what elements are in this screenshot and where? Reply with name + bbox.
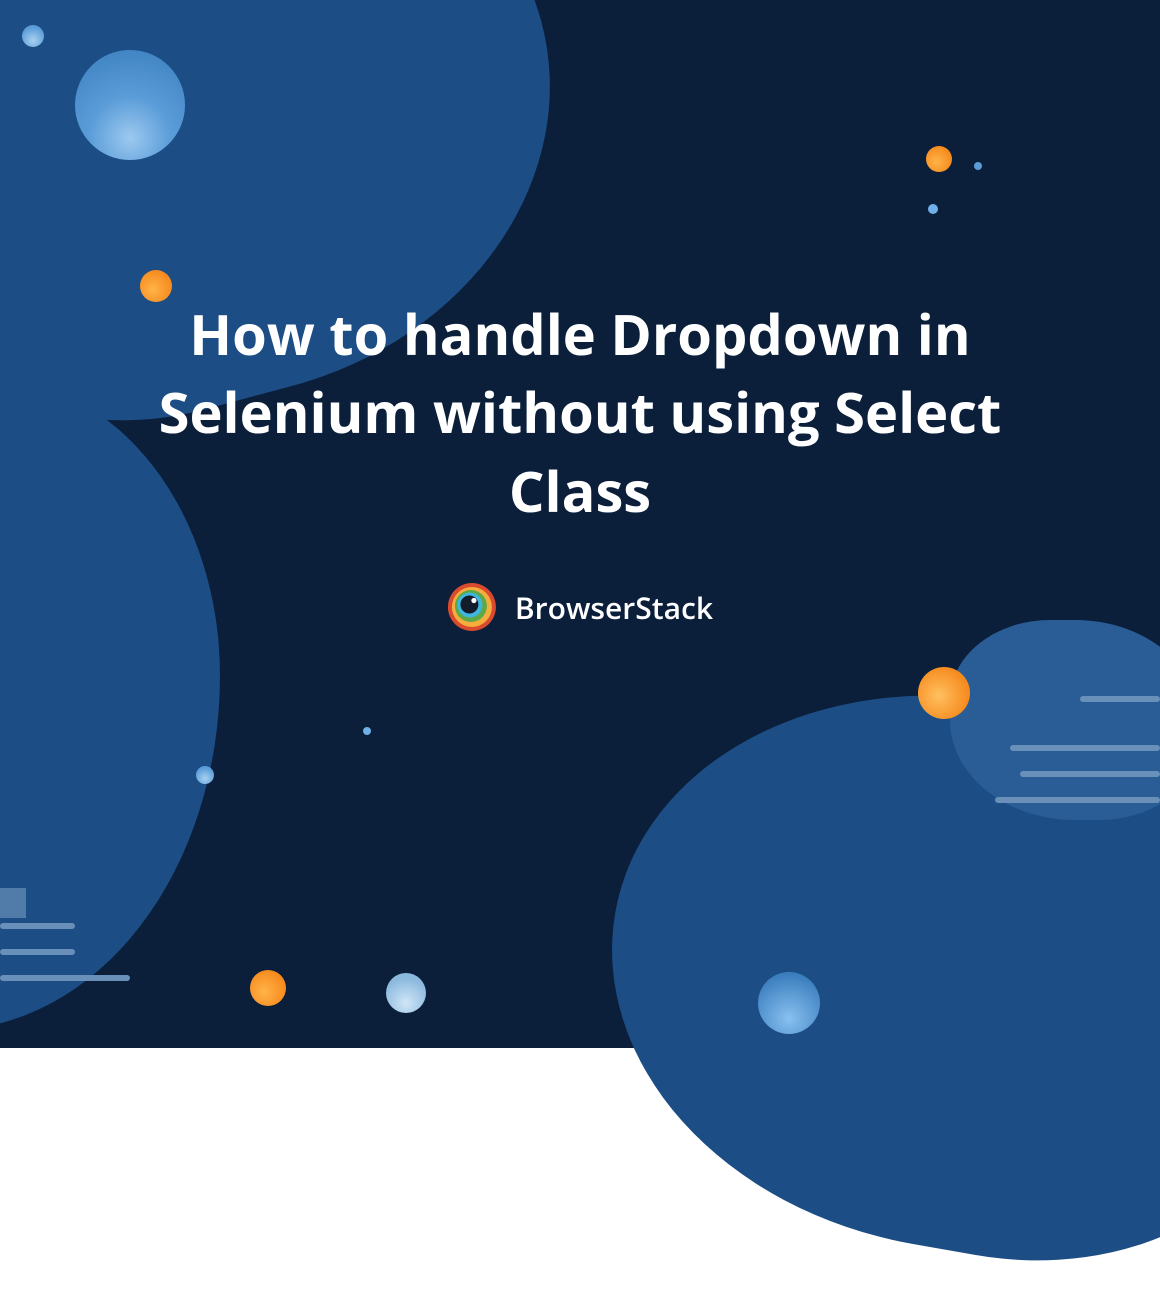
decorative-circle (75, 50, 185, 160)
banner-title: How to handle Dropdown in Selenium witho… (130, 295, 1030, 530)
decorative-dot (363, 727, 371, 735)
decorative-block (0, 888, 26, 918)
decorative-dot (974, 162, 982, 170)
decorative-lines (0, 923, 130, 981)
decorative-line (1080, 696, 1160, 702)
brand-logo: BrowserStack (447, 582, 713, 632)
decorative-dot (928, 204, 938, 214)
promo-banner: How to handle Dropdown in Selenium witho… (0, 0, 1160, 1048)
brand-name: BrowserStack (515, 587, 713, 628)
decorative-circle (250, 970, 286, 1006)
decorative-circle (918, 667, 970, 719)
decorative-circle (196, 766, 214, 784)
decorative-circle (386, 973, 426, 1013)
decorative-lines (995, 745, 1160, 803)
browserstack-logo-icon (447, 582, 497, 632)
decorative-circle (926, 146, 952, 172)
decorative-circle (22, 25, 44, 47)
decorative-circle (758, 972, 820, 1034)
